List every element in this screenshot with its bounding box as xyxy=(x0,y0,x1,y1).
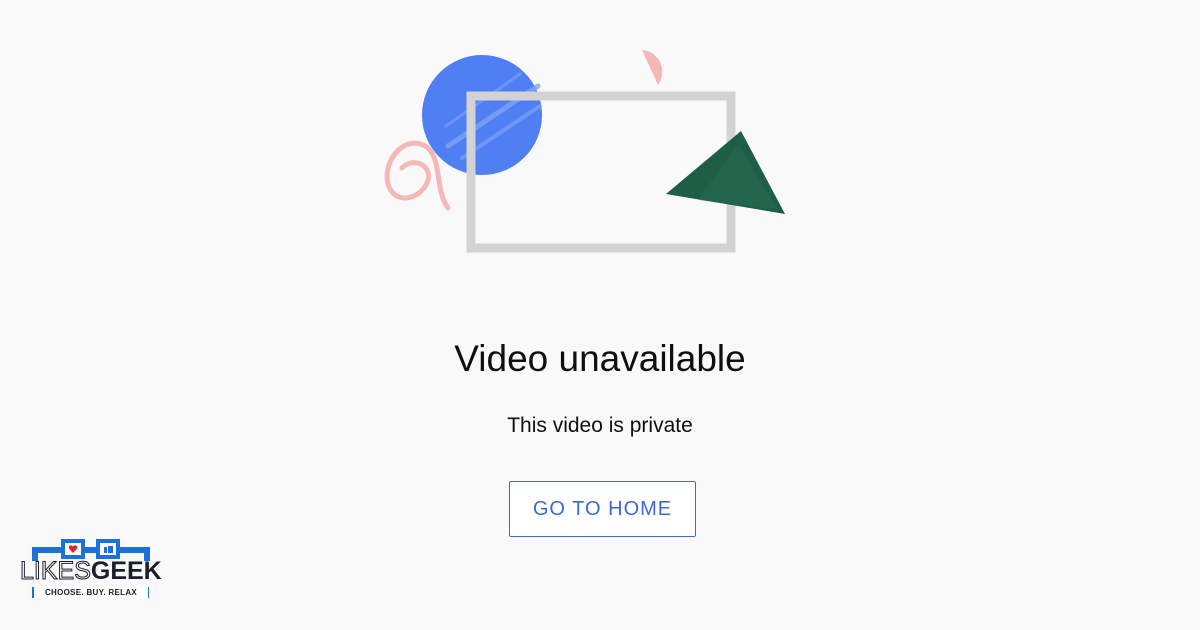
pink-half-circle-shape xyxy=(642,50,663,85)
logo-wordmark: LIKESGEEK xyxy=(20,556,162,586)
error-illustration xyxy=(380,40,800,265)
logo-text-bold: GEEK xyxy=(90,557,162,585)
error-title: Video unavailable xyxy=(454,338,746,379)
logo-tagline: CHOOSE. BUY. RELAX xyxy=(34,586,148,599)
error-message: This video is private xyxy=(507,414,693,437)
go-to-home-button[interactable]: GO TO HOME xyxy=(509,481,696,537)
logo-text-light: LIKES xyxy=(20,557,92,586)
likesgeek-logo: LIKESGEEK CHOOSE. BUY. RELAX xyxy=(18,536,168,601)
